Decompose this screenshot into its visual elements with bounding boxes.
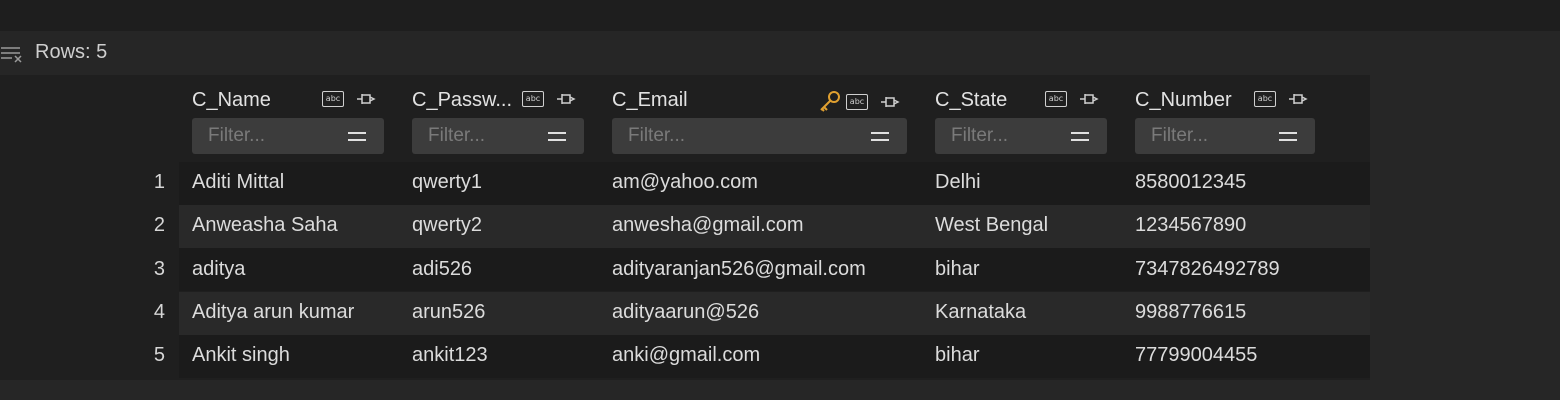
row-number: 5 [153,344,165,366]
cell-c-state[interactable]: Delhi [935,171,981,194]
abc-icon: abc [322,91,344,107]
column-title: C_Name [192,89,271,111]
pin-icon[interactable] [1286,90,1308,108]
row-number: 4 [153,301,165,323]
cell-c-name[interactable]: Ankit singh [192,344,290,367]
filter-menu-icon[interactable] [548,129,566,143]
grid-empty-area [1370,75,1560,380]
filter-box [935,118,1107,154]
cell-c-number[interactable]: 7347826492789 [1135,258,1280,281]
rows-count-label: Rows: 5 [35,41,108,63]
filter-input-c-password[interactable] [428,125,540,147]
abc-icon: abc [522,91,544,107]
column-header-c-name[interactable]: C_Name abc [192,89,384,155]
cell-c-name[interactable]: Anweasha Saha [192,214,338,237]
filter-input-c-name[interactable] [208,125,340,147]
column-title: C_Passw... [412,89,513,111]
column-title: C_Email [612,89,688,111]
cell-c-number[interactable]: 1234567890 [1135,214,1246,237]
cell-c-state[interactable]: Karnataka [935,301,1026,324]
filter-box [1135,118,1315,154]
top-bar [0,0,1560,31]
pin-icon[interactable] [878,93,900,111]
cell-c-password[interactable]: adi526 [412,258,472,281]
clear-rows-icon[interactable] [0,45,24,63]
cell-c-password[interactable]: qwerty2 [412,214,482,237]
results-grid: C_Name abc C_Passw... abc [0,75,1370,380]
cell-c-email[interactable]: adityaranjan526@gmail.com [612,258,866,281]
cell-c-password[interactable]: ankit123 [412,344,488,367]
cell-c-number[interactable]: 8580012345 [1135,171,1246,194]
pin-icon[interactable] [1077,90,1099,108]
cell-c-email[interactable]: anki@gmail.com [612,344,760,367]
column-header-c-number[interactable]: C_Number abc [1135,89,1315,155]
pin-icon[interactable] [354,90,376,108]
filter-box [612,118,907,154]
cell-c-email[interactable]: anwesha@gmail.com [612,214,804,237]
abc-icon: abc [846,94,868,110]
filter-input-c-email[interactable] [628,125,863,147]
column-header-c-email[interactable]: C_Email abc [612,89,907,155]
filter-input-c-number[interactable] [1151,125,1271,147]
cell-c-password[interactable]: arun526 [412,301,485,324]
cell-c-name[interactable]: Aditi Mittal [192,171,284,194]
row-number: 2 [153,214,165,236]
column-header-c-password[interactable]: C_Passw... abc [412,89,584,155]
primary-key-icon [820,91,840,112]
filter-menu-icon[interactable] [871,129,889,143]
filter-menu-icon[interactable] [348,129,366,143]
filter-box [192,118,384,154]
filter-input-c-state[interactable] [951,125,1063,147]
results-toolbar: Rows: 5 [0,31,1560,75]
column-header-c-state[interactable]: C_State abc [935,89,1107,155]
filter-menu-icon[interactable] [1279,129,1297,143]
filter-menu-icon[interactable] [1071,129,1089,143]
cell-c-email[interactable]: adityaarun@526 [612,301,759,324]
filter-box [412,118,584,154]
column-title: C_Number [1135,89,1232,111]
cell-c-name[interactable]: aditya [192,258,245,281]
cell-c-name[interactable]: Aditya arun kumar [192,301,354,324]
cell-c-number[interactable]: 9988776615 [1135,301,1246,324]
cell-c-password[interactable]: qwerty1 [412,171,482,194]
grid-footer-area [0,380,1560,400]
column-title: C_State [935,89,1008,111]
cell-c-number[interactable]: 77799004455 [1135,344,1257,367]
abc-icon: abc [1045,91,1067,107]
cell-c-state[interactable]: bihar [935,258,979,281]
cell-c-email[interactable]: am@yahoo.com [612,171,758,194]
abc-icon: abc [1254,91,1276,107]
row-number: 3 [153,258,165,280]
cell-c-state[interactable]: bihar [935,344,979,367]
pin-icon[interactable] [554,90,576,108]
row-number: 1 [153,171,165,193]
cell-c-state[interactable]: West Bengal [935,214,1048,237]
